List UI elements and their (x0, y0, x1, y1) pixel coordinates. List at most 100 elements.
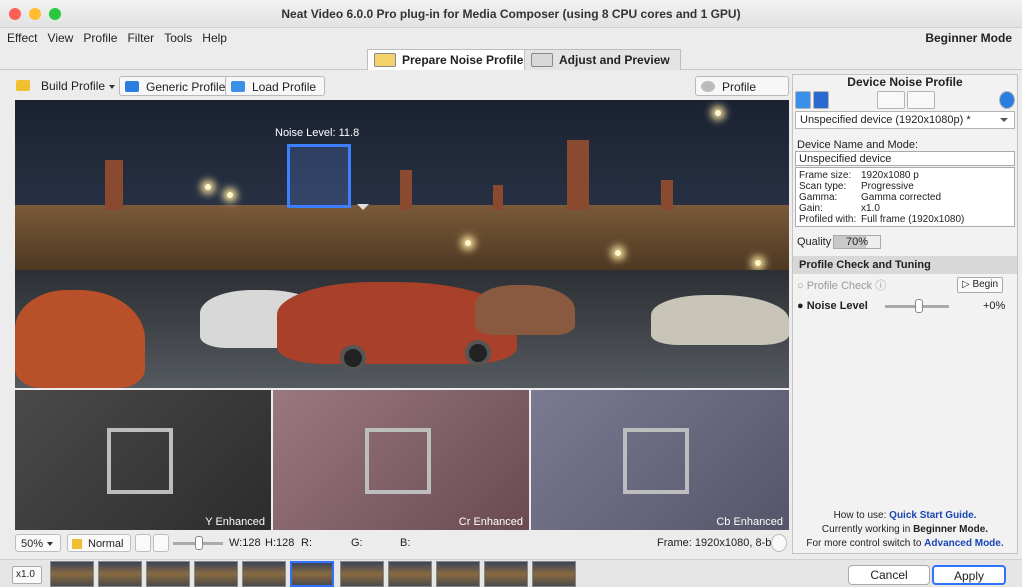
hand-tool-button[interactable] (135, 534, 151, 552)
frame-thumbnail[interactable] (98, 561, 142, 587)
redo-button[interactable] (907, 91, 935, 109)
quick-start-link[interactable]: Quick Start Guide. (889, 510, 976, 521)
menu-view[interactable]: View (48, 28, 74, 48)
advanced-mode-link[interactable]: Advanced Mode. (924, 538, 1003, 549)
menu-effect[interactable]: Effect (7, 28, 37, 48)
frame-thumbnail[interactable] (388, 561, 432, 587)
generic-profile-icon (125, 81, 139, 92)
check-tuning-title: Profile Check and Tuning (793, 256, 1017, 274)
pixel-g: G: (351, 537, 363, 549)
noise-level-value: +0% (983, 300, 1006, 312)
begin-button[interactable]: ▷ Begin (957, 277, 1003, 293)
tower-shape (661, 180, 673, 210)
save-profile-button[interactable] (813, 91, 829, 109)
display-mode-icon (72, 539, 82, 549)
help-line: How to use: (833, 510, 890, 521)
street-lamp (205, 184, 211, 190)
tower-shape (493, 185, 503, 210)
menu-help[interactable]: Help (202, 28, 227, 48)
profile-icon (374, 53, 396, 67)
y-sample-square (107, 428, 173, 494)
help-icon[interactable]: ⓘ (875, 280, 886, 292)
zoom-window-button[interactable] (49, 8, 61, 20)
title-bar: Neat Video 6.0.0 Pro plug-in for Media C… (0, 0, 1022, 28)
help-line: For more control switch to (806, 538, 925, 549)
quality-label: Quality (797, 236, 832, 248)
build-profile-label: Build Profile (41, 79, 106, 93)
menu-filter[interactable]: Filter (127, 28, 154, 48)
frame-thumbnail[interactable] (340, 561, 384, 587)
brightness-button[interactable] (153, 534, 169, 552)
pixel-b: B: (400, 537, 411, 549)
info-key: Gamma: (799, 192, 838, 203)
load-profile-label: Load Profile (252, 80, 317, 94)
bottom-bar: x1.0 Cancel Apply (0, 559, 1022, 587)
profile-toolbar: Build Profile Generic Profile Load Profi… (11, 74, 789, 114)
generic-profile-button[interactable]: Generic Profile (119, 76, 235, 96)
open-profile-button[interactable] (795, 91, 811, 109)
cancel-button[interactable]: Cancel (848, 565, 930, 585)
car-brown (475, 285, 575, 335)
sample-height: H:128 (265, 537, 295, 549)
info-value: 1920x1080 p (861, 170, 919, 181)
cr-channel-view[interactable]: Cr Enhanced (273, 390, 529, 530)
frame-thumbnail[interactable] (436, 561, 480, 587)
frame-thumbnail[interactable] (242, 561, 286, 587)
display-mode-select[interactable]: Normal (67, 534, 131, 565)
zoom-select[interactable]: 50% (15, 534, 61, 552)
gear-icon (701, 81, 715, 92)
cb-channel-view[interactable]: Cb Enhanced (531, 390, 789, 530)
frame-thumbnail[interactable] (532, 561, 576, 587)
tower-shape (105, 160, 123, 210)
pixel-r: R: (301, 537, 312, 549)
street-lamp (227, 192, 233, 198)
minimize-window-button[interactable] (29, 8, 41, 20)
thumbnail-zoom-select[interactable]: x1.0 (12, 566, 42, 584)
profile-check-button[interactable]: Profile Check (695, 76, 789, 114)
begin-label: Begin (972, 279, 999, 290)
window-title: Neat Video 6.0.0 Pro plug-in for Media C… (281, 7, 741, 21)
display-mode-value: Normal (88, 538, 124, 550)
menu-tools[interactable]: Tools (164, 28, 192, 48)
device-name-field[interactable]: Unspecified device (795, 151, 1015, 166)
frame-thumbnail[interactable] (484, 561, 528, 587)
menu-profile[interactable]: Profile (83, 28, 117, 48)
mode-label: Beginner Mode (925, 31, 1012, 45)
frame-thumbnail[interactable] (50, 561, 94, 587)
app-window: Neat Video 6.0.0 Pro plug-in for Media C… (0, 0, 1022, 587)
zoom-value: 50% (21, 538, 44, 550)
sliders-icon (531, 53, 553, 67)
y-channel-view[interactable]: Y Enhanced (15, 390, 271, 530)
frame-thumbnail[interactable] (194, 561, 238, 587)
thumbnail-zoom-value: x1.0 (16, 569, 35, 580)
main-preview-image[interactable]: Noise Level: 11.8 (15, 100, 789, 388)
profile-check-label: Profile Check (806, 280, 873, 292)
tab-adjust-label: Adjust and Preview (559, 53, 670, 67)
device-select[interactable]: Unspecified device (1920x1080p) * (795, 111, 1015, 129)
sample-dropdown-icon[interactable] (357, 204, 369, 210)
tab-adjust-and-preview[interactable]: Adjust and Preview (524, 49, 681, 70)
tab-prepare-noise-profile[interactable]: Prepare Noise Profile (367, 49, 535, 70)
quality-meter: 70% (833, 235, 881, 249)
apply-button[interactable]: Apply (932, 565, 1006, 585)
brightness-slider-knob[interactable] (195, 536, 203, 550)
load-profile-button[interactable]: Load Profile (225, 76, 326, 96)
build-profile-button[interactable]: Build Profile (11, 76, 123, 96)
car-right (651, 295, 789, 345)
noise-sample-area[interactable] (287, 144, 351, 208)
undo-button[interactable] (877, 91, 905, 109)
frame-thumbnail-selected[interactable] (290, 561, 334, 587)
cb-sample-square (623, 428, 689, 494)
info-value: Gamma corrected (861, 192, 942, 203)
noise-level-slider-knob[interactable] (915, 299, 923, 313)
car-left (15, 290, 145, 388)
current-mode: Beginner Mode. (913, 524, 989, 535)
chevron-down-icon (47, 542, 54, 547)
device-info-box: Frame size: 1920x1080 p Scan type: Progres… (795, 167, 1015, 227)
frame-thumbnail[interactable] (146, 561, 190, 587)
close-window-button[interactable] (9, 8, 21, 20)
info-icon[interactable] (771, 534, 787, 552)
info-icon[interactable] (999, 91, 1015, 109)
info-key: Frame size: (799, 170, 852, 181)
kremlin-wall (15, 205, 789, 275)
